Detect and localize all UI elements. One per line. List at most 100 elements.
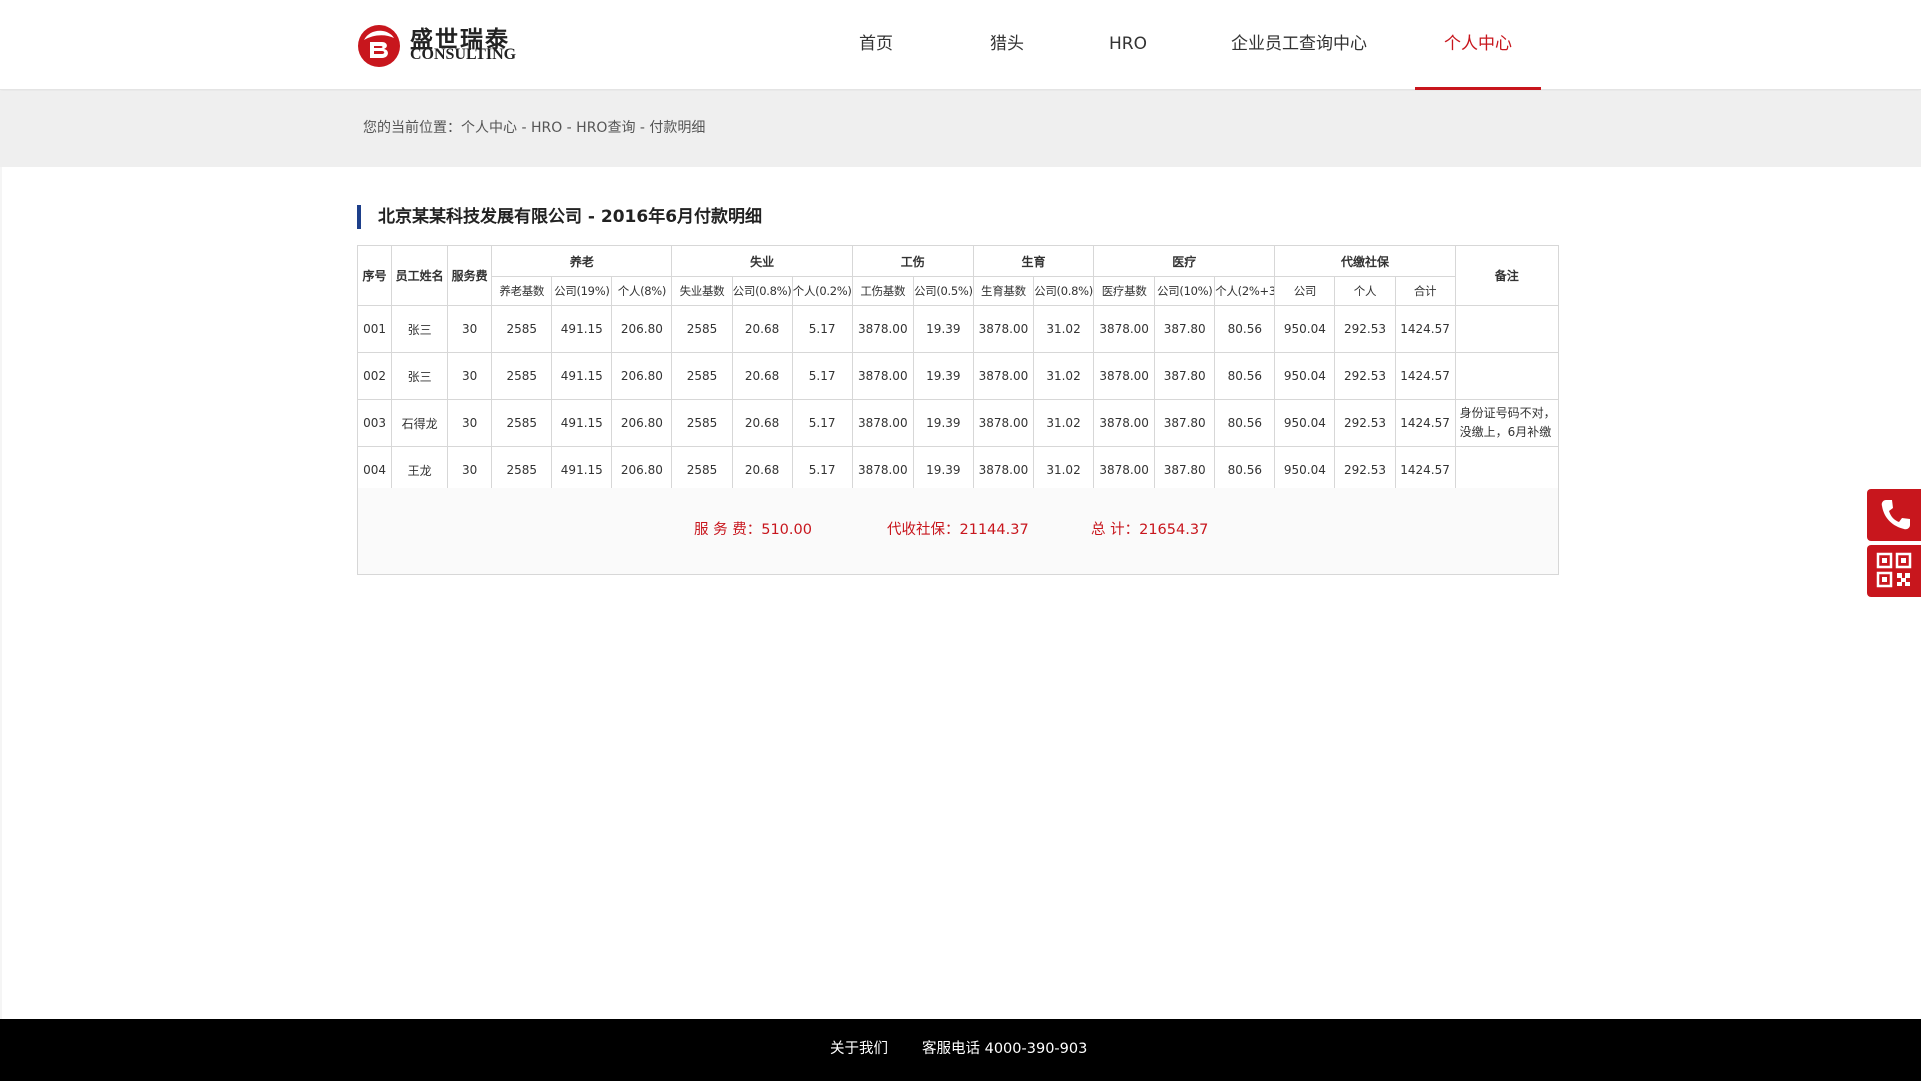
qr-code-icon	[1876, 552, 1912, 588]
remark-cell: 身份证号码不对，没缴上，6月补缴	[1454, 399, 1560, 447]
table-cell: 292.53	[1334, 305, 1396, 353]
table-cell: 王龙	[391, 446, 449, 494]
table-cell: 3878.00	[972, 352, 1034, 400]
table-cell: 5.17	[791, 305, 853, 353]
table-cell: 3878.00	[1093, 446, 1156, 494]
table-cell: 30	[447, 305, 493, 353]
header-group-injury: 工伤	[851, 245, 974, 277]
breadcrumb-bar: 您的当前位置：个人中心 - HRO - HRO查询 - 付款明细	[0, 91, 1921, 167]
site-footer: 关于我们 客服电话 4000-390-903	[0, 1019, 1921, 1081]
footer-about-link[interactable]: 关于我们	[830, 1019, 888, 1079]
table-cell: 950.04	[1274, 305, 1336, 353]
table-cell: 19.39	[912, 352, 974, 400]
table-cell: 3878.00	[972, 446, 1034, 494]
table-cell: 80.56	[1214, 446, 1276, 494]
nav-employee-query-center[interactable]: 企业员工查询中心	[1231, 0, 1367, 90]
table-cell: 001	[356, 305, 393, 353]
payment-summary: 服 务 费：510.00 代收社保：21144.37 总 计：21654.37	[357, 488, 1559, 575]
table-cell: 004	[356, 446, 393, 494]
subheader-cell: 个人(0.2%)	[791, 276, 853, 306]
remark-cell	[1454, 352, 1560, 400]
brand-logo[interactable]: 盛世瑞泰 CONSULTING	[356, 20, 516, 68]
table-cell: 491.15	[551, 399, 613, 447]
table-cell: 206.80	[611, 399, 673, 447]
table-cell: 1424.57	[1394, 399, 1456, 447]
subheader-cell: 养老基数	[491, 276, 553, 306]
table-row: 004 王龙 30 2585 491.15 206.80 2585 20.68 5.17 3878…	[356, 446, 1560, 494]
subheader-cell: 公司(0.5%)	[912, 276, 974, 306]
table-cell: 80.56	[1214, 352, 1276, 400]
header-seq: 序号	[356, 245, 393, 306]
table-cell: 31.02	[1032, 305, 1095, 353]
summary-social-security: 代收社保：21144.37	[887, 522, 1029, 538]
subheader-cell: 合计	[1394, 276, 1456, 306]
qr-code-button[interactable]	[1867, 545, 1921, 597]
table-cell: 3878.00	[851, 352, 914, 400]
table-cell: 19.39	[912, 446, 974, 494]
table-cell: 5.17	[791, 399, 853, 447]
table-cell: 2585	[491, 305, 553, 353]
table-body: 001 张三 30 2585 491.15 206.80 2585 20.68 5.17 3878…	[356, 305, 1560, 494]
table-cell: 3878.00	[851, 399, 914, 447]
table-cell: 3878.00	[972, 399, 1034, 447]
phone-icon	[1881, 500, 1910, 530]
subheader-cell: 公司(10%)	[1154, 276, 1216, 306]
table-cell: 491.15	[551, 446, 613, 494]
nav-headhunting[interactable]: 猎头	[989, 0, 1025, 90]
table-cell: 3878.00	[851, 305, 914, 353]
table-cell: 387.80	[1154, 352, 1216, 400]
nav-home[interactable]: 首页	[858, 0, 894, 90]
header-group-unemployment: 失业	[671, 245, 853, 277]
summary-service-fee: 服 务 费：510.00	[694, 522, 812, 538]
table-row: 003 石得龙 30 2585 491.15 206.80 2585 20.68 5.17 387…	[356, 399, 1560, 447]
phone-contact-button[interactable]	[1867, 489, 1921, 541]
table-cell: 19.39	[912, 399, 974, 447]
table-cell: 387.80	[1154, 305, 1216, 353]
table-cell: 20.68	[731, 352, 793, 400]
summary-total: 总 计：21654.37	[1091, 522, 1209, 538]
table-cell: 30	[447, 352, 493, 400]
table-cell: 3878.00	[1093, 305, 1156, 353]
table-cell: 2585	[491, 352, 553, 400]
table-cell: 1424.57	[1394, 352, 1456, 400]
table-cell: 206.80	[611, 446, 673, 494]
table-cell: 31.02	[1032, 446, 1095, 494]
table-header-row: 序号 员工姓名 服务费 养老 失业 工伤 生育 医疗 代缴社保 备注	[356, 245, 1560, 306]
table-cell: 20.68	[731, 399, 793, 447]
header-group-social-security: 代缴社保	[1274, 245, 1456, 277]
table-cell: 2585	[491, 446, 553, 494]
site-header: 盛世瑞泰 CONSULTING 首页 猎头 HRO 企业员工查询中心 个人中心	[0, 0, 1921, 90]
subheader-cell: 公司(19%)	[551, 276, 613, 306]
nav-hro[interactable]: HRO	[1108, 0, 1148, 90]
payment-detail-table: 序号 员工姓名 服务费 养老 失业 工伤 生育 医疗 代缴社保 备注 养老基数 …	[356, 245, 1560, 494]
footer-hotline: 客服电话 4000-390-903	[922, 1041, 1088, 1057]
table-cell: 5.17	[791, 446, 853, 494]
table-cell: 3878.00	[1093, 399, 1156, 447]
table-cell: 3878.00	[851, 446, 914, 494]
table-cell: 292.53	[1334, 446, 1396, 494]
logo-emblem-icon	[358, 25, 400, 67]
table-row: 001 张三 30 2585 491.15 206.80 2585 20.68 5.17 3878…	[356, 305, 1560, 353]
table-cell: 30	[447, 446, 493, 494]
header-employee-name: 员工姓名	[391, 245, 449, 306]
page-title: 北京某某科技发展有限公司 - 2016年6月付款明细	[378, 207, 763, 227]
subheader-cell: 工伤基数	[851, 276, 914, 306]
subheader-cell: 个人(2%+3)	[1214, 276, 1276, 306]
table-cell: 2585	[671, 352, 733, 400]
table-cell: 3878.00	[972, 305, 1034, 353]
nav-personal-center[interactable]: 个人中心	[1415, 0, 1541, 90]
table-cell: 20.68	[731, 305, 793, 353]
table-cell: 30	[447, 399, 493, 447]
table-cell: 31.02	[1032, 352, 1095, 400]
table-cell: 2585	[671, 399, 733, 447]
table-cell: 1424.57	[1394, 446, 1456, 494]
subheader-cell: 失业基数	[671, 276, 733, 306]
table-subheader-row: 养老基数 公司(19%) 个人(8%) 失业基数 公司(0.8%) 个人(0.2…	[358, 276, 1559, 306]
table-cell: 950.04	[1274, 399, 1336, 447]
table-cell: 2585	[671, 305, 733, 353]
table-cell: 002	[356, 352, 393, 400]
breadcrumb: 您的当前位置：个人中心 - HRO - HRO查询 - 付款明细	[363, 120, 706, 136]
subheader-cell: 公司(0.8%)	[1032, 276, 1095, 306]
table-cell: 张三	[391, 352, 449, 400]
table-cell: 003	[356, 399, 393, 447]
